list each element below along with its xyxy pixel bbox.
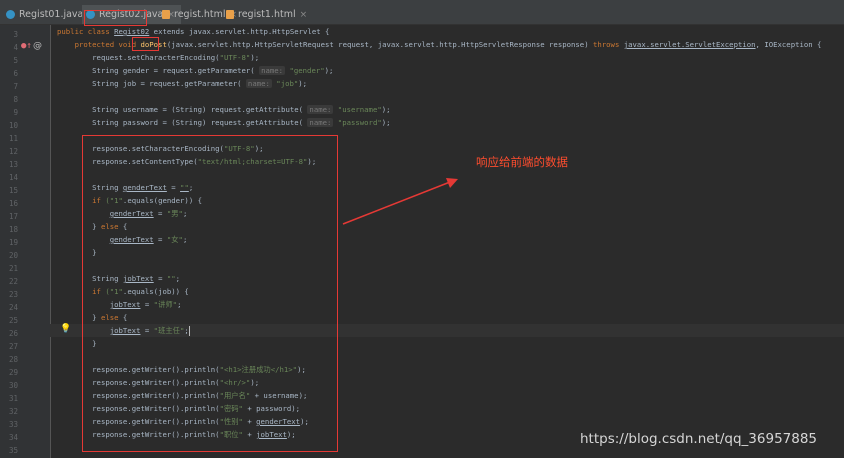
- line-number: 32: [8, 407, 18, 416]
- html-file-icon: [162, 10, 170, 19]
- line-number: 3: [13, 30, 18, 39]
- line-number: 9: [13, 108, 18, 117]
- tab-label: regist1.html: [238, 9, 296, 20]
- code-text: String gender = request.getParameter(: [92, 66, 260, 75]
- line-number: 10: [8, 121, 18, 130]
- code-line[interactable]: request.setCharacterEncoding("UTF-8");: [57, 51, 259, 64]
- active-tab-highlight-box: [84, 10, 147, 26]
- keyword: throws: [592, 40, 624, 49]
- code-text: String job = request.getParameter(: [92, 79, 246, 88]
- annotation-label: 响应给前端的数据: [476, 155, 568, 169]
- code-text: , IOException {: [755, 40, 822, 49]
- code-line-class-declaration[interactable]: public class Regist02 extends javax.serv…: [57, 25, 329, 38]
- string-literal: "password": [337, 118, 382, 127]
- line-number: 13: [8, 160, 18, 169]
- string-literal: "gender": [289, 66, 325, 75]
- line-number: 23: [8, 290, 18, 299]
- line-number: 25: [8, 316, 18, 325]
- override-method-icon[interactable]: ●↑: [21, 41, 32, 51]
- code-text: );: [250, 53, 260, 62]
- string-literal: "UTF-8": [219, 53, 251, 62]
- html-file-icon: [226, 10, 234, 19]
- java-class-icon: [6, 10, 15, 19]
- lightbulb-icon[interactable]: 💡: [60, 324, 71, 334]
- tab-regist1-html[interactable]: regist1.html ×: [226, 5, 307, 24]
- keyword: public class: [57, 27, 115, 36]
- code-text: request.setCharacterEncoding(: [92, 53, 220, 62]
- code-line[interactable]: String username = (String) request.getAt…: [57, 103, 391, 116]
- line-number: 24: [8, 303, 18, 312]
- line-number: 17: [8, 212, 18, 221]
- method-highlight-box: [132, 37, 159, 51]
- editor-tab-bar: Regist01.java × Regist02.java × regist.h…: [0, 5, 844, 26]
- string-literal: "username": [337, 105, 382, 114]
- line-number: 27: [8, 342, 18, 351]
- code-text: String username = (String) request.getAt…: [92, 105, 308, 114]
- line-number: 19: [8, 238, 18, 247]
- parameter-hint: name:: [259, 66, 286, 75]
- code-line[interactable]: String job = request.getParameter( name:…: [57, 77, 307, 90]
- line-number: 31: [8, 394, 18, 403]
- line-number: 11: [8, 134, 18, 143]
- code-line[interactable]: String gender = request.getParameter( na…: [57, 64, 333, 77]
- code-line[interactable]: String password = (String) request.getAt…: [57, 116, 391, 129]
- line-number: 8: [13, 95, 18, 104]
- line-number: 28: [8, 355, 18, 364]
- watermark-url: https://blog.csdn.net/qq_36957885: [580, 431, 818, 447]
- code-text: extends javax.servlet.http.HttpServlet {: [149, 27, 330, 36]
- line-number: 5: [13, 56, 18, 65]
- code-text: (javax.servlet.http.HttpServletRequest r…: [166, 40, 593, 49]
- parameter-hint: name:: [307, 105, 334, 114]
- line-number: 30: [8, 381, 18, 390]
- response-code-highlight-box: [82, 135, 338, 452]
- line-number: 20: [8, 251, 18, 260]
- class-name: Regist02: [114, 27, 150, 36]
- tab-label: Regist01.java: [19, 9, 84, 20]
- line-number: 14: [8, 173, 18, 182]
- line-number: 26: [8, 329, 18, 338]
- code-line-method-declaration[interactable]: protected void doPost(javax.servlet.http…: [57, 38, 822, 51]
- line-number: 12: [8, 147, 18, 156]
- code-text: );: [381, 105, 391, 114]
- code-text: );: [298, 79, 308, 88]
- tab-label: regist.html: [174, 9, 226, 20]
- line-number: 15: [8, 186, 18, 195]
- line-number: 35: [8, 446, 18, 455]
- string-literal: "job": [276, 79, 299, 88]
- line-number: 6: [13, 69, 18, 78]
- close-icon[interactable]: ×: [300, 10, 308, 20]
- code-text: String password = (String) request.getAt…: [92, 118, 308, 127]
- annotation-icon: @: [33, 41, 42, 51]
- keyword: protected: [74, 40, 119, 49]
- line-number: 33: [8, 420, 18, 429]
- line-number: 16: [8, 199, 18, 208]
- line-number: 18: [8, 225, 18, 234]
- parameter-hint: name:: [307, 118, 334, 127]
- line-number: 22: [8, 277, 18, 286]
- line-number: 34: [8, 433, 18, 442]
- line-number: 7: [13, 82, 18, 91]
- line-number: 29: [8, 368, 18, 377]
- code-text: );: [324, 66, 334, 75]
- line-number: 4: [13, 43, 18, 52]
- parameter-hint: name:: [245, 79, 272, 88]
- code-text: );: [381, 118, 391, 127]
- line-number: 21: [8, 264, 18, 273]
- line-number-gutter[interactable]: 3 4 5 6 7 8 9 10 11 12 13 14 15 16 17 18…: [0, 25, 51, 458]
- exception-name: javax.servlet.ServletException: [623, 40, 756, 49]
